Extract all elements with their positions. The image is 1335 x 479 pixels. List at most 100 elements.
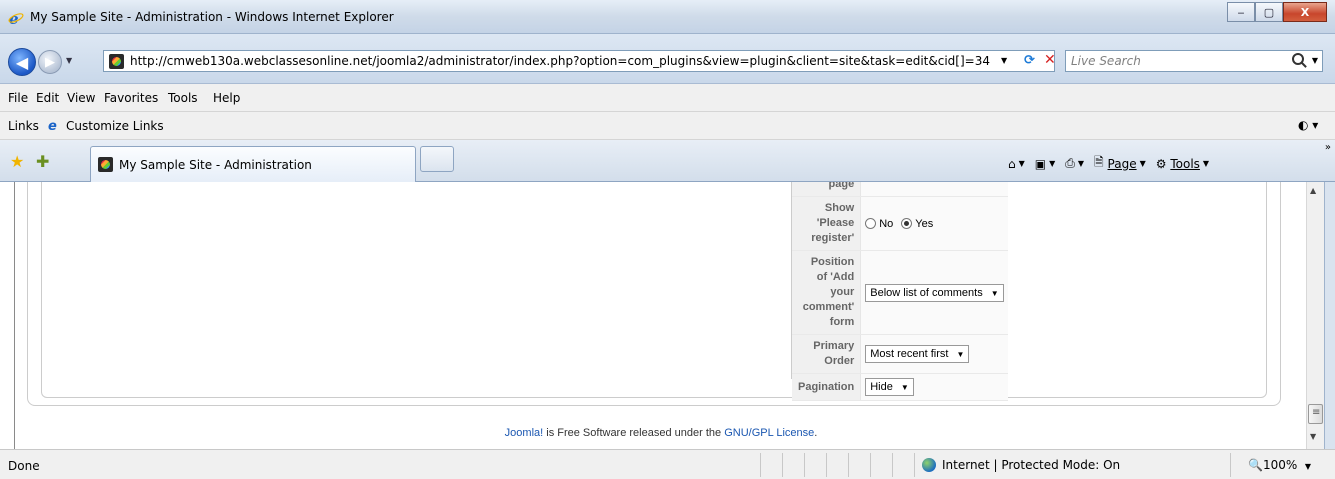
param-label: Show 'Please register' [792, 196, 862, 251]
window-frame [1324, 182, 1335, 449]
vertical-scrollbar[interactable]: ▲ ▼ [1306, 182, 1324, 449]
comment-form-position-select[interactable]: Below list of comments ▼ [865, 283, 1004, 302]
radio-yes[interactable] [901, 218, 913, 230]
new-tab-button[interactable] [420, 146, 454, 172]
address-input[interactable]: http://cmweb130a.webclassesonline.net/jo… [103, 50, 1055, 72]
menu-favorites[interactable]: Favorites [104, 91, 158, 105]
joomla-link[interactable]: Joomla! [505, 427, 544, 439]
window-title: My Sample Site - Administration - Window… [30, 10, 394, 24]
zoom-dropdown-icon[interactable]: ▼ [1305, 462, 1311, 471]
inner-panel [41, 182, 1267, 398]
gear-icon: ⚙ [1155, 156, 1167, 171]
zone-text: Internet | Protected Mode: On [942, 458, 1121, 472]
tab-active[interactable]: My Sample Site - Administration [90, 146, 416, 182]
security-zone[interactable]: Internet | Protected Mode: On [922, 458, 1120, 472]
scroll-thumb[interactable] [1308, 404, 1323, 424]
chevron-more-icon[interactable]: » [1325, 142, 1331, 153]
maximize-button[interactable]: ▢ [1255, 2, 1283, 22]
toolbar-options-icon[interactable]: ◐ ▾ [1298, 118, 1318, 132]
search-input[interactable]: Live Search ▼ [1065, 50, 1323, 72]
param-row: Pagination Hide ▼ [792, 373, 1008, 401]
command-bar: ⌂ ▼ ▣ ▼ ⎙ ▼ 🗎 Page ▼ ⚙ Tools ▼ [1008, 153, 1219, 174]
favorites-center-icon[interactable]: ★ [10, 152, 24, 171]
refresh-icon[interactable]: ⟳ [1024, 53, 1038, 68]
address-dropdown-icon[interactable]: ▼ [1001, 56, 1007, 65]
param-label: Pagination [792, 373, 862, 401]
close-button[interactable]: X [1283, 2, 1327, 22]
home-button[interactable]: ⌂ ▼ [1008, 157, 1025, 171]
print-button[interactable]: ⎙ ▼ [1065, 156, 1084, 171]
pagination-select[interactable]: Hide ▼ [865, 378, 914, 396]
zoom-level: 100% [1262, 458, 1298, 472]
page-menu-button[interactable]: 🗎 Page ▼ [1094, 153, 1146, 174]
stop-icon[interactable]: ✕ [1044, 52, 1056, 68]
chevron-down-icon: ▼ [990, 288, 999, 298]
menu-tools[interactable]: Tools [168, 91, 198, 105]
back-button[interactable]: ◀ [8, 48, 36, 76]
param-value: Below list of comments ▼ [860, 250, 1008, 335]
radio-no[interactable] [865, 218, 877, 230]
radio-no-label[interactable]: No [879, 218, 893, 230]
page-content: page Show 'Please register' No Yes Positi… [14, 182, 1306, 449]
select-value: Most recent first [870, 348, 949, 360]
param-label: Position of 'Add your comment' form [792, 250, 862, 335]
footer-text: Joomla! is Free Software released under … [15, 427, 1306, 439]
license-link[interactable]: GNU/GPL License [724, 427, 814, 439]
param-row: Position of 'Add your comment' form Belo… [792, 250, 1008, 335]
tools-menu-button[interactable]: ⚙ Tools ▼ [1156, 157, 1209, 171]
history-dropdown-icon[interactable]: ▼ [66, 56, 72, 65]
menu-view[interactable]: View [67, 91, 95, 105]
chevron-down-icon: ▼ [956, 350, 965, 359]
home-icon: ⌂ [1008, 156, 1016, 171]
primary-order-select[interactable]: Most recent first ▼ [865, 345, 970, 363]
param-label: page [792, 182, 862, 197]
links-bar: Links e Customize Links ◐ ▾ [0, 112, 1335, 140]
status-divider [892, 453, 893, 477]
select-value: Below list of comments [870, 286, 983, 299]
page-icon: 🗎 [1094, 155, 1104, 169]
customize-links-link[interactable]: Customize Links [66, 119, 164, 133]
window-title-bar: e My Sample Site - Administration - Wind… [0, 0, 1335, 34]
status-divider [848, 453, 849, 477]
site-favicon-icon [109, 54, 124, 69]
status-divider [870, 453, 871, 477]
globe-icon [922, 458, 936, 472]
back-arrow-icon: ◀ [15, 52, 29, 72]
status-divider [826, 453, 827, 477]
status-divider [782, 453, 783, 477]
search-placeholder: Live Search [1071, 54, 1141, 68]
footer-middle: is Free Software released under the [543, 427, 725, 439]
menu-help[interactable]: Help [213, 91, 240, 105]
links-label: Links [8, 119, 39, 133]
search-dropdown-icon[interactable]: ▼ [1312, 56, 1318, 65]
add-favorites-icon[interactable]: ✚ [36, 152, 49, 171]
menu-file[interactable]: File [8, 91, 28, 105]
param-row: Primary Order Most recent first ▼ [792, 334, 1008, 374]
scroll-down-icon[interactable]: ▼ [1310, 432, 1316, 441]
tab-favicon-icon [98, 157, 113, 172]
please-register-radio-group: No Yes [860, 196, 1008, 251]
page-menu-label: Page [1107, 156, 1137, 171]
zoom-icon: 🔍 [1248, 458, 1263, 472]
tab-bar: ★ ✚ My Sample Site - Administration ⌂ ▼ ▣… [0, 140, 1335, 182]
ie-logo-icon: e [8, 10, 24, 28]
minimize-button[interactable]: ‒ [1227, 2, 1255, 22]
status-bar: Done Internet | Protected Mode: On 🔍100%… [0, 449, 1335, 479]
select-value: Hide [870, 381, 893, 393]
plugin-parameters-panel: page Show 'Please register' No Yes Positi… [791, 182, 1008, 401]
menu-edit[interactable]: Edit [36, 91, 59, 105]
feeds-button[interactable]: ▣ ▼ [1035, 157, 1056, 171]
status-divider [804, 453, 805, 477]
ie-page-icon: e [48, 119, 57, 134]
search-icon[interactable] [1292, 53, 1304, 65]
status-text: Done [8, 459, 40, 473]
parameters-table: page Show 'Please register' No Yes Positi… [792, 182, 1008, 401]
zoom-control[interactable]: 🔍100% ▼ [1248, 458, 1311, 472]
param-row: page [792, 182, 1008, 197]
forward-button[interactable]: ▶ [38, 50, 62, 74]
radio-yes-label[interactable]: Yes [915, 218, 933, 230]
scroll-up-icon[interactable]: ▲ [1310, 186, 1316, 195]
url-text[interactable]: http://cmweb130a.webclassesonline.net/jo… [130, 54, 990, 68]
tools-menu-label: Tools [1170, 156, 1200, 171]
tab-title: My Sample Site - Administration [119, 158, 312, 172]
